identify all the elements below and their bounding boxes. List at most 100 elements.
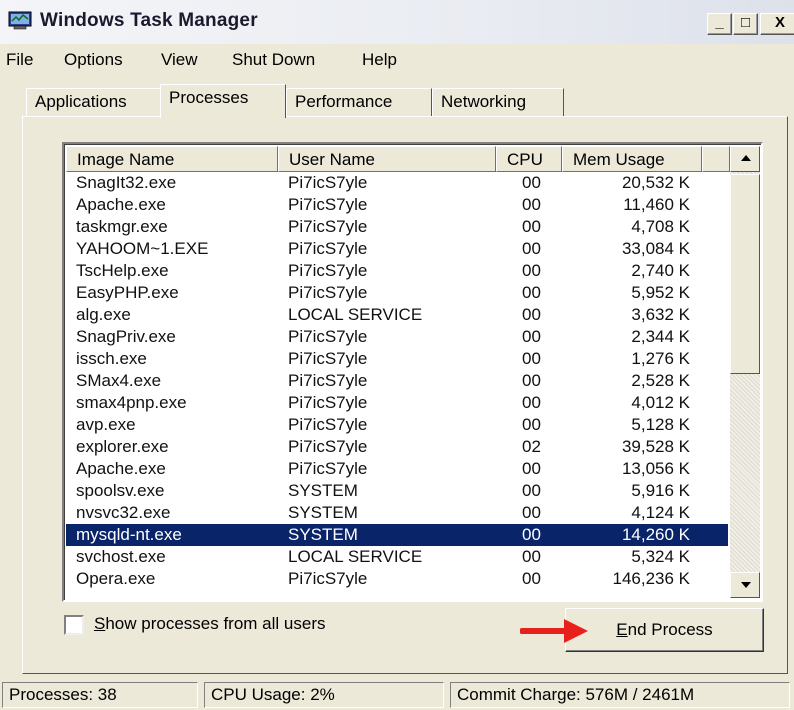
status-processes: Processes: 38 [2,682,198,708]
process-rows: SnagIt32.exe Pi7icS7yle 00 20,532 K Apache.e… [66,172,728,590]
cell-user-name: Pi7icS7yle [288,349,368,368]
cell-user-name: Pi7icS7yle [288,415,368,434]
show-all-users-checkbox[interactable] [64,615,84,635]
cell-mem-usage: 33,084 K [621,239,690,258]
column-user-name[interactable]: User Name [278,146,496,172]
scroll-down-button[interactable] [730,572,760,598]
cell-cpu: 00 [522,327,541,346]
cell-user-name: LOCAL SERVICE [288,305,423,324]
cell-cpu: 00 [522,195,541,214]
table-row[interactable]: taskmgr.exe Pi7icS7yle 00 4,708 K [66,216,728,238]
maximize-button[interactable]: □ [733,13,758,35]
table-row[interactable]: nvsvc32.exe SYSTEM 00 4,124 K [66,502,728,524]
menu-shut-down[interactable]: Shut Down [232,50,315,70]
title-bar[interactable]: Windows Task Manager _ □ X [0,0,794,44]
tab-performance[interactable]: Performance [286,88,432,116]
status-bar: Processes: 38 CPU Usage: 2% Commit Charg… [0,676,794,710]
column-cpu[interactable]: CPU [496,146,562,172]
status-cpu-usage: CPU Usage: 2% [204,682,444,708]
cell-image-name: YAHOOM~1.EXE [76,239,209,258]
cell-image-name: alg.exe [76,305,131,324]
cell-user-name: LOCAL SERVICE [288,547,423,566]
cell-image-name: mysqld-nt.exe [76,525,182,544]
cell-mem-usage: 39,528 K [621,437,690,456]
show-all-users-label[interactable]: Show processes from all users [94,614,325,634]
menu-file[interactable]: File [6,50,33,70]
cell-mem-usage: 4,708 K [631,217,690,236]
tab-networking[interactable]: Networking [432,88,564,116]
cell-image-name: explorer.exe [76,437,169,456]
cell-user-name: Pi7icS7yle [288,195,368,214]
menu-options[interactable]: Options [64,50,123,70]
cell-mem-usage: 4,012 K [631,393,690,412]
table-row[interactable]: avp.exe Pi7icS7yle 00 5,128 K [66,414,728,436]
cell-mem-usage: 14,260 K [621,525,690,544]
table-row[interactable]: EasyPHP.exe Pi7icS7yle 00 5,952 K [66,282,728,304]
table-row[interactable]: svchost.exe LOCAL SERVICE 00 5,324 K [66,546,728,568]
table-row[interactable]: explorer.exe Pi7icS7yle 02 39,528 K [66,436,728,458]
cell-cpu: 00 [522,283,541,302]
cell-image-name: spoolsv.exe [76,481,165,500]
menu-help[interactable]: Help [362,50,397,70]
cell-cpu: 00 [522,547,541,566]
cell-mem-usage: 4,124 K [631,503,690,522]
cell-mem-usage: 11,460 K [623,195,690,214]
table-row[interactable]: Apache.exe Pi7icS7yle 00 11,460 K [66,194,728,216]
column-image-name[interactable]: Image Name [66,146,278,172]
table-row[interactable]: SnagIt32.exe Pi7icS7yle 00 20,532 K [66,172,728,194]
close-button[interactable]: X [760,13,794,35]
scrollbar-thumb[interactable] [730,174,760,374]
table-row[interactable]: issch.exe Pi7icS7yle 00 1,276 K [66,348,728,370]
cell-image-name: EasyPHP.exe [76,283,179,302]
table-row[interactable]: spoolsv.exe SYSTEM 00 5,916 K [66,480,728,502]
cell-user-name: Pi7icS7yle [288,569,368,588]
cell-cpu: 00 [522,305,541,324]
column-mem-usage[interactable]: Mem Usage [562,146,702,172]
cell-mem-usage: 5,324 K [631,547,690,566]
cell-mem-usage: 5,952 K [631,283,690,302]
cell-cpu: 00 [522,173,541,192]
menu-view[interactable]: View [161,50,198,70]
status-commit-charge: Commit Charge: 576M / 2461M [450,682,790,708]
table-row[interactable]: alg.exe LOCAL SERVICE 00 3,632 K [66,304,728,326]
cell-mem-usage: 5,916 K [631,481,690,500]
tab-processes[interactable]: Processes [160,84,286,118]
cell-user-name: Pi7icS7yle [288,217,368,236]
scroll-up-button[interactable] [730,146,760,172]
task-manager-window: Windows Task Manager _ □ X File Options … [0,0,794,710]
cell-user-name: Pi7icS7yle [288,327,368,346]
process-list[interactable]: Image Name User Name CPU Mem Usage SnagI… [62,142,763,602]
cell-image-name: Apache.exe [76,195,166,214]
cell-image-name: SnagIt32.exe [76,173,177,192]
cell-image-name: avp.exe [76,415,136,434]
cell-image-name: Apache.exe [76,459,166,478]
table-row[interactable]: smax4pnp.exe Pi7icS7yle 00 4,012 K [66,392,728,414]
red-pointer-arrow-icon [520,619,588,643]
cell-image-name: taskmgr.exe [76,217,168,236]
table-row[interactable]: Apache.exe Pi7icS7yle 00 13,056 K [66,458,728,480]
table-row[interactable]: mysqld-nt.exe SYSTEM 00 14,260 K [66,524,728,546]
minimize-button[interactable]: _ [707,13,732,35]
cell-cpu: 00 [522,261,541,280]
column-spacer [702,146,730,172]
table-row[interactable]: YAHOOM~1.EXE Pi7icS7yle 00 33,084 K [66,238,728,260]
window-title: Windows Task Manager [40,10,258,31]
cell-image-name: SMax4.exe [76,371,162,390]
cell-user-name: Pi7icS7yle [288,283,368,302]
process-list-scrollbar[interactable] [730,146,760,598]
cell-cpu: 00 [522,481,541,500]
table-row[interactable]: SnagPriv.exe Pi7icS7yle 00 2,344 K [66,326,728,348]
tab-applications[interactable]: Applications [26,88,162,116]
cell-user-name: Pi7icS7yle [288,437,368,456]
cell-image-name: issch.exe [76,349,147,368]
cell-image-name: Opera.exe [76,569,156,588]
cell-user-name: SYSTEM [288,525,358,544]
table-row[interactable]: Opera.exe Pi7icS7yle 00 146,236 K [66,568,728,590]
cell-cpu: 00 [522,415,541,434]
end-process-button[interactable]: End Process [565,608,764,652]
table-row[interactable]: SMax4.exe Pi7icS7yle 00 2,528 K [66,370,728,392]
cell-mem-usage: 146,236 K [612,569,690,588]
cell-image-name: TscHelp.exe [76,261,169,280]
cell-cpu: 02 [522,437,541,456]
table-row[interactable]: TscHelp.exe Pi7icS7yle 00 2,740 K [66,260,728,282]
